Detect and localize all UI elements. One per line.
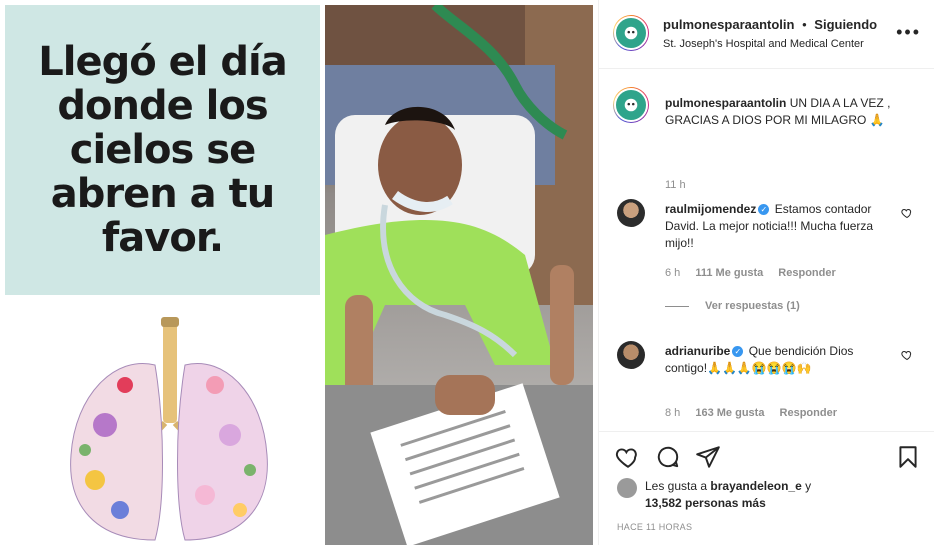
comment-username[interactable]: adrianuribe — [665, 344, 730, 358]
commenter-avatar[interactable] — [617, 199, 645, 227]
header-line: pulmonesparaantolin • Siguiendo — [663, 17, 877, 32]
comment-bubble-icon[interactable] — [655, 444, 681, 470]
post-media: Llegó el día donde los cielos se abren a… — [0, 0, 598, 545]
location-link[interactable]: St. Joseph's Hospital and Medical Center — [663, 38, 864, 50]
following-button[interactable]: Siguiendo — [814, 17, 877, 32]
comment-username[interactable]: raulmijomendez — [665, 202, 756, 216]
floral-lungs-image — [70, 317, 268, 541]
comment-likes[interactable]: 111 Me gusta — [695, 267, 763, 279]
quote-card: Llegó el día donde los cielos se abren a… — [5, 5, 320, 295]
commenter-avatar[interactable] — [617, 341, 645, 369]
post-sidebar: pulmonesparaantolin • Siguiendo St. Jose… — [598, 0, 934, 545]
post-actions: Les gusta a brayandeleon_e y 13,582 pers… — [599, 431, 934, 546]
share-paper-plane-icon[interactable] — [695, 444, 721, 470]
post-header: pulmonesparaantolin • Siguiendo St. Jose… — [599, 0, 934, 69]
reply-button[interactable]: Responder — [780, 407, 837, 419]
caption-avatar[interactable] — [613, 87, 649, 123]
view-replies-label: Ver respuestas (1) — [705, 300, 800, 312]
like-heart-icon[interactable] — [615, 444, 641, 470]
comment-meta: 8 h 163 Me gusta Responder — [665, 407, 849, 419]
view-replies-button[interactable]: Ver respuestas (1) — [665, 300, 800, 312]
comment-body: adrianuribe ✓ Que bendición Dios contigo!… — [665, 343, 895, 377]
likes-middle: y — [805, 479, 812, 493]
save-bookmark-icon[interactable] — [895, 444, 921, 470]
liker-avatar[interactable] — [617, 478, 637, 498]
caption-username[interactable]: pulmonesparaantolin — [665, 96, 786, 110]
replies-divider — [665, 305, 689, 307]
likes-prefix: Les gusta a — [645, 479, 708, 493]
liker-username[interactable]: brayandeleon_e — [710, 479, 801, 493]
comment-meta: 6 h 111 Me gusta Responder — [665, 267, 848, 279]
verified-badge-icon: ✓ — [758, 204, 770, 216]
comments-section: pulmonesparaantolin UN DIA A LA VEZ , GR… — [599, 69, 934, 429]
verified-badge-icon: ✓ — [732, 346, 744, 358]
comment-likes[interactable]: 163 Me gusta — [695, 407, 764, 419]
separator-dot: • — [802, 17, 807, 32]
more-options-icon[interactable]: ••• — [896, 22, 921, 43]
left-panel: Llegó el día donde los cielos se abren a… — [5, 5, 320, 545]
quote-text: Llegó el día donde los cielos se abren a… — [38, 39, 287, 261]
comment-body: raulmijomendez ✓ Estamos contador David. … — [665, 201, 895, 252]
likes-text: Les gusta a brayandeleon_e y 13,582 pers… — [645, 478, 885, 512]
lungs-illustration — [5, 305, 320, 545]
lungs-logo-icon — [624, 26, 638, 40]
author-avatar[interactable] — [613, 15, 649, 51]
comment-time[interactable]: 8 h — [665, 407, 680, 419]
post-timestamp[interactable]: HACE 11 HORAS — [617, 522, 692, 532]
author-username[interactable]: pulmonesparaantolin — [663, 17, 794, 32]
lungs-logo-icon — [624, 98, 638, 112]
caption-body: pulmonesparaantolin UN DIA A LA VEZ , GR… — [665, 95, 905, 129]
like-comment-heart-icon[interactable] — [901, 207, 913, 219]
comment-time[interactable]: 6 h — [665, 267, 680, 279]
patient-photo-illustration — [325, 5, 593, 545]
like-comment-heart-icon[interactable] — [901, 349, 913, 361]
hospital-photo — [325, 5, 593, 545]
reply-button[interactable]: Responder — [778, 267, 835, 279]
likes-count[interactable]: 13,582 personas más — [645, 496, 766, 510]
caption-time[interactable]: 11 h — [665, 179, 686, 191]
